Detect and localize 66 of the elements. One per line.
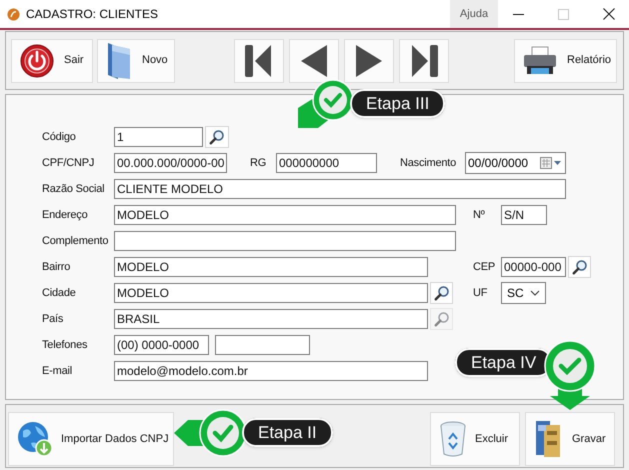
navigation-button[interactable]: [234, 38, 284, 82]
text-field[interactable]: BRASIL: [114, 309, 428, 329]
action-button[interactable]: Excluir: [430, 412, 520, 466]
date-value: 00/00/0000: [468, 155, 530, 172]
text-field[interactable]: MODELO: [114, 205, 456, 225]
text-field[interactable]: 00000-000: [501, 257, 566, 277]
globe-download-icon: [17, 421, 53, 457]
field-label: CPF/CNPJ: [42, 156, 96, 171]
action-button[interactable]: Gravar: [525, 412, 615, 466]
previous-icon: [299, 44, 329, 78]
calendar-dropdown-icon: [540, 157, 562, 169]
field-label: Complemento: [42, 234, 110, 249]
printer-icon: [523, 46, 557, 76]
window-title: CADASTRO: CLIENTES: [26, 6, 158, 23]
text-field[interactable]: 1: [114, 127, 203, 147]
toolbar-button[interactable]: Sair: [11, 38, 93, 82]
field-label: RG: [250, 156, 268, 171]
app-icon: [7, 8, 20, 20]
field-label: Código: [42, 130, 77, 145]
navigation-button[interactable]: [399, 38, 449, 82]
date-field[interactable]: 00/00/0000: [465, 152, 566, 174]
close-icon[interactable]: [603, 8, 615, 20]
search-button[interactable]: [205, 126, 229, 148]
text-field[interactable]: [114, 231, 456, 251]
navigation-button[interactable]: [289, 38, 339, 82]
field-label: CEP: [473, 260, 496, 275]
field-label: Telefones: [42, 338, 88, 353]
search-icon: [434, 311, 450, 327]
search-icon: [434, 285, 450, 301]
recycle-bin-icon: [439, 421, 467, 457]
text-field[interactable]: MODELO: [114, 257, 428, 277]
search-button[interactable]: [430, 282, 453, 304]
next-icon: [354, 44, 384, 78]
folder-icon: [106, 40, 132, 80]
field-label: UF: [473, 286, 488, 301]
action-button[interactable]: Importar Dados CNPJ: [8, 412, 174, 466]
toolbar-button[interactable]: Relatório: [514, 38, 617, 82]
text-field[interactable]: 00.000.000/0000-00: [114, 153, 227, 173]
search-icon: [572, 259, 588, 275]
power-icon: [20, 44, 54, 78]
text-field[interactable]: MODELO: [114, 283, 428, 303]
field-label: Bairro: [42, 260, 72, 275]
field-label: Cidade: [42, 286, 77, 301]
search-button[interactable]: [568, 256, 591, 278]
navigation-button[interactable]: [344, 38, 394, 82]
field-label: Nº: [473, 208, 486, 223]
text-field[interactable]: CLIENTE MODELO: [114, 179, 566, 199]
field-label: Nascimento: [400, 156, 458, 171]
text-field[interactable]: [215, 335, 310, 355]
step-label: Etapa II: [242, 418, 333, 447]
field-label: Endereço: [42, 208, 88, 223]
text-field[interactable]: 000000000: [276, 153, 377, 173]
select-value: SC: [507, 285, 524, 302]
field-label: E-mail: [42, 364, 73, 379]
field-label: Razão Social: [42, 182, 106, 197]
field-label: País: [42, 312, 64, 327]
toolbar-button[interactable]: Novo: [97, 38, 175, 82]
search-icon: [209, 129, 225, 145]
check-arrow-icon: [172, 408, 248, 458]
text-field[interactable]: modelo@modelo.com.br: [114, 361, 428, 381]
help-tab[interactable]: Ajuda: [450, 0, 498, 28]
state-select[interactable]: SC: [501, 282, 546, 304]
text-field[interactable]: S/N: [501, 205, 547, 225]
step-label: Etapa III: [350, 89, 446, 118]
text-field[interactable]: (00) 0000-0000: [114, 335, 209, 355]
chevron-down-icon: [530, 290, 540, 296]
